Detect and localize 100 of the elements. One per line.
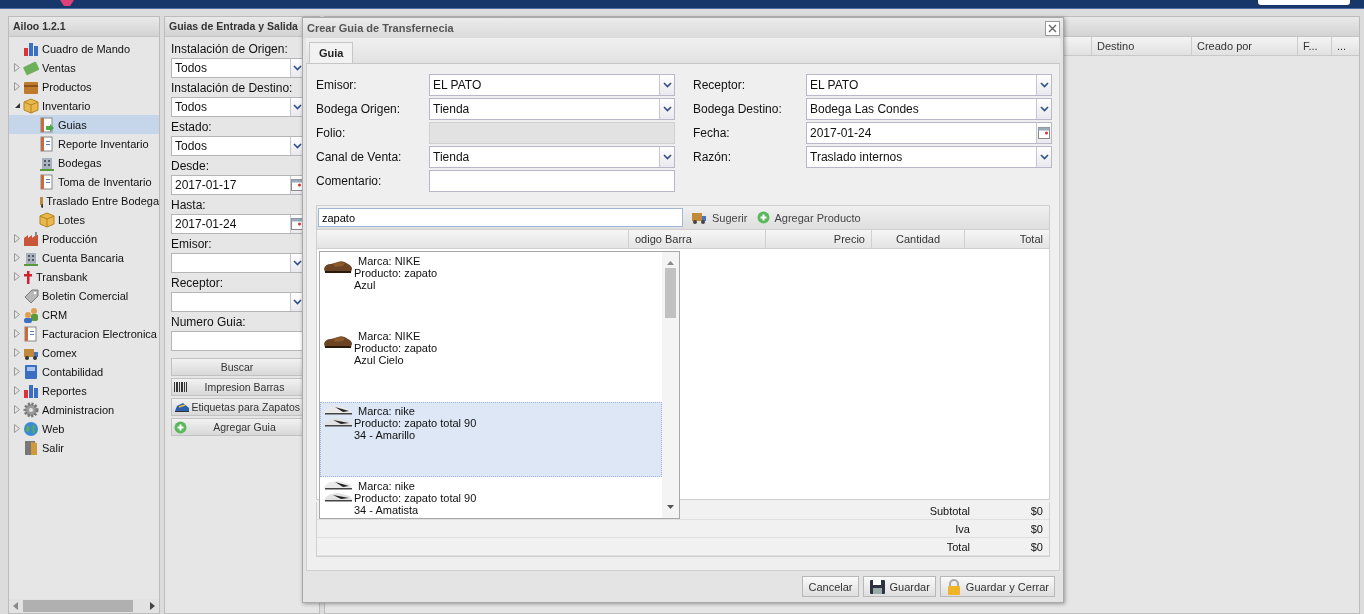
expand-arrow-icon[interactable] <box>14 63 20 72</box>
date-field[interactable]: 2017-01-24 <box>806 121 1052 144</box>
text-field[interactable] <box>171 331 304 351</box>
date-field[interactable]: 2017-01-24 <box>171 214 304 234</box>
bar-chart-icon <box>23 40 39 57</box>
close-button[interactable] <box>1045 20 1060 36</box>
toolbar-button[interactable]: Sugerir <box>689 208 750 227</box>
dropdown-field[interactable]: Traslado internos <box>806 145 1052 168</box>
horizontal-scrollbar[interactable] <box>13 600 155 612</box>
calendar-icon[interactable] <box>1038 126 1050 139</box>
people-icon <box>23 306 39 323</box>
dropdown-field[interactable]: Tienda <box>429 145 675 168</box>
menu-item[interactable]: Administracion <box>9 400 159 419</box>
menu-item[interactable]: Facturacion Electronica <box>9 324 159 343</box>
expand-arrow-icon[interactable] <box>14 386 20 395</box>
text-field[interactable] <box>429 169 675 192</box>
menu-item[interactable]: CRM <box>9 305 159 324</box>
suggestion-item[interactable]: Marca: nike Producto: zapato total 90 34 - Amarillo <box>320 402 662 477</box>
dialog-button[interactable]: Guardar y Cerrar <box>939 576 1055 597</box>
menu-item[interactable]: Toma de Inventario <box>9 172 159 191</box>
dropdown-field[interactable] <box>171 292 304 312</box>
column-header[interactable]: ... <box>1331 37 1359 55</box>
total-label: Iva <box>954 522 970 535</box>
menu-item[interactable]: Inventario <box>9 96 159 115</box>
column-header[interactable]: Cantidad <box>871 230 964 248</box>
field-label: Instalación de Destino: <box>171 80 294 97</box>
column-header[interactable]: odigo Barra <box>628 230 765 248</box>
menu-item[interactable]: Transbank <box>9 267 159 286</box>
field-label: Numero Guia: <box>171 314 247 331</box>
field-label: Estado: <box>171 119 213 136</box>
dialog-button[interactable]: Cancelar <box>802 576 859 597</box>
dropdown-field[interactable]: EL PATO <box>806 73 1052 96</box>
logo-icon <box>23 268 33 285</box>
action-button[interactable]: Buscar <box>171 358 303 376</box>
dropdown-field[interactable]: Bodega Las Condes <box>806 97 1052 120</box>
dropdown-field[interactable]: Todos <box>171 97 304 117</box>
dropdown-field[interactable]: EL PATO <box>429 73 675 96</box>
column-header[interactable]: Creado por <box>1191 37 1297 55</box>
product-search-field[interactable]: zapato <box>318 208 683 227</box>
expand-arrow-icon[interactable] <box>14 272 20 281</box>
toolbar-button[interactable]: Agregar Producto <box>755 208 863 227</box>
dropdown-field[interactable]: Todos <box>171 136 304 156</box>
expand-arrow-icon[interactable] <box>14 405 20 414</box>
expand-arrow-icon[interactable] <box>14 424 20 433</box>
column-header[interactable]: F... <box>1297 37 1331 55</box>
menu-item[interactable]: Producción <box>9 229 159 248</box>
expand-arrow-icon[interactable] <box>14 310 20 319</box>
truck-icon <box>691 210 708 225</box>
suggestion-text: Marca: nike Producto: zapato total 90 34 - Amarillo <box>354 405 477 441</box>
menu-item[interactable]: Reporte Inventario <box>9 134 159 153</box>
add-icon <box>174 420 187 434</box>
menu-item[interactable]: Cuenta Bancaria <box>9 248 159 267</box>
expand-arrow-icon[interactable] <box>14 253 20 262</box>
dialog-button[interactable]: Guardar <box>862 576 936 597</box>
menu-item[interactable]: Bodegas <box>9 153 159 172</box>
menu-item[interactable]: Traslado Entre Bodega <box>9 191 159 210</box>
header-field[interactable] <box>1258 0 1350 5</box>
menu-item[interactable]: Contabilidad <box>9 362 159 381</box>
dropdown-field[interactable] <box>171 253 304 273</box>
menu-item[interactable]: Ventas <box>9 58 159 77</box>
tab[interactable]: Guia <box>309 42 354 63</box>
field-label: Instalación de Origen: <box>171 41 289 58</box>
menu-item[interactable]: Cuadro de Mando <box>9 39 159 58</box>
vertical-scrollbar[interactable] <box>662 252 679 518</box>
column-header[interactable]: Total <box>964 230 1049 248</box>
menu-item[interactable]: Salir <box>9 438 159 457</box>
padlock-icon <box>945 578 962 595</box>
expand-arrow-icon[interactable] <box>14 82 20 91</box>
document-icon <box>23 325 39 342</box>
action-button[interactable]: Agregar Guia <box>171 418 303 436</box>
expand-arrow-icon[interactable] <box>14 329 20 338</box>
menu-item[interactable]: Boletin Comercial <box>9 286 159 305</box>
action-button[interactable]: Etiquetas para Zapatos <box>171 398 303 416</box>
calendar-icon[interactable] <box>291 218 303 230</box>
book-icon <box>23 363 39 380</box>
suggestion-text: Marca: NIKE Producto: zapato Azul Cielo <box>354 330 438 366</box>
menu-item[interactable]: Guias <box>9 115 159 134</box>
suggestion-text: Marca: NIKE Producto: zapato Azul <box>354 255 438 291</box>
banknote-icon <box>23 59 39 76</box>
field-label: Receptor: <box>171 275 225 292</box>
menu-item[interactable]: Reportes <box>9 381 159 400</box>
expand-arrow-icon[interactable] <box>14 367 20 376</box>
field-label: Bodega Origen: <box>316 101 402 116</box>
menu-item[interactable]: Productos <box>9 77 159 96</box>
dropdown-field[interactable]: Tienda <box>429 97 675 120</box>
menu-item[interactable]: Web <box>9 419 159 438</box>
action-button[interactable]: Impresion Barras <box>171 378 303 396</box>
date-field[interactable]: 2017-01-17 <box>171 175 304 195</box>
dropdown-field[interactable]: Todos <box>171 58 304 78</box>
menu-item[interactable]: Lotes <box>9 210 159 229</box>
expand-arrow-icon[interactable] <box>14 348 20 357</box>
field-label: Bodega Destino: <box>693 101 783 116</box>
field-label: Emisor: <box>171 236 213 253</box>
menu-item[interactable]: Comex <box>9 343 159 362</box>
expand-arrow-icon[interactable] <box>14 234 20 243</box>
gear-icon <box>23 401 39 418</box>
calendar-icon[interactable] <box>291 179 303 191</box>
column-header[interactable]: Precio <box>765 230 871 248</box>
collapse-arrow-icon[interactable] <box>13 102 21 109</box>
column-header[interactable]: Destino <box>1091 37 1191 55</box>
